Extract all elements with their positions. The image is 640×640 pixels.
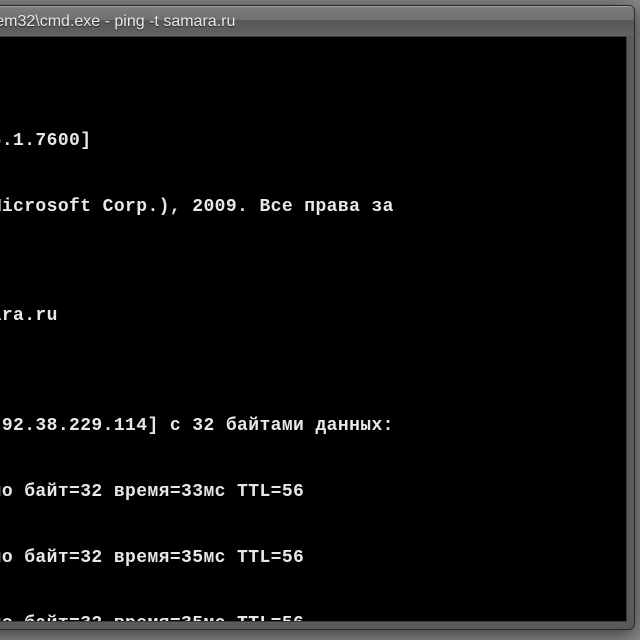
terminal-line: mara.ru [92.38.229.114] с 32 байтами дан… [0, 416, 624, 438]
terminal-frame: Version 6.1.7600] рософт (Microsoft Corp… [0, 36, 627, 622]
terminal-line: Version 6.1.7600] [0, 131, 624, 153]
terminal-line: 114: число байт=32 время=35мс TTL=56 [0, 548, 624, 570]
terminal-output[interactable]: Version 6.1.7600] рософт (Microsoft Corp… [0, 37, 626, 621]
cmd-window: dows\system32\cmd.exe - ping -t samara.r… [0, 5, 635, 630]
window-title: dows\system32\cmd.exe - ping -t samara.r… [0, 13, 235, 31]
terminal-line: 114: число байт=32 время=33мс TTL=56 [0, 482, 624, 504]
terminal-line: рософт (Microsoft Corp.), 2009. Все прав… [0, 197, 624, 219]
titlebar[interactable]: dows\system32\cmd.exe - ping -t samara.r… [0, 6, 634, 36]
terminal-line: 114: число байт=32 время=35мс TTL=56 [0, 614, 624, 621]
terminal-line: g -t samara.ru [0, 306, 624, 328]
